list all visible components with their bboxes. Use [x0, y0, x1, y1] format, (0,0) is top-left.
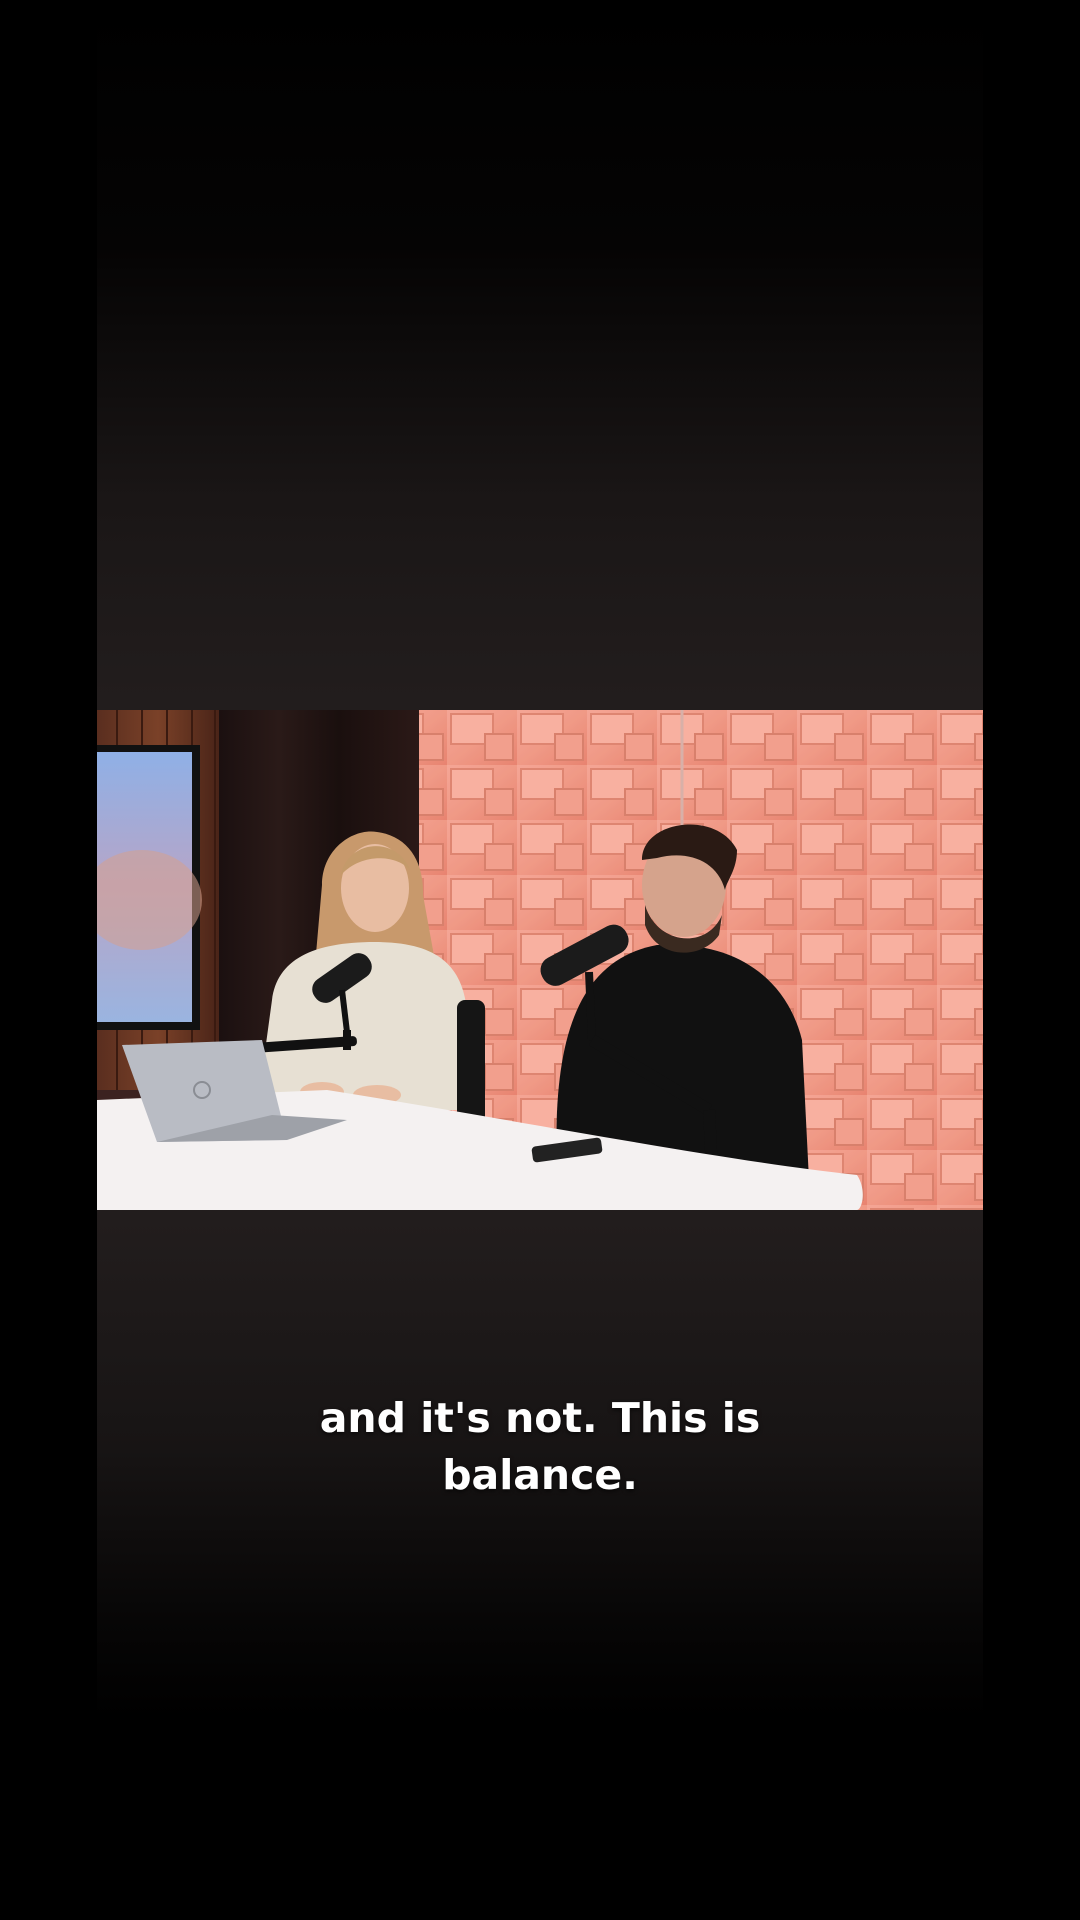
chair [457, 1000, 485, 1130]
subtitle-caption: and it's not. This is balance. [200, 1390, 880, 1504]
subtitle-line-1: and it's not. This is [319, 1394, 761, 1442]
video-frame[interactable] [97, 710, 983, 1210]
wall-monitor [97, 745, 202, 1030]
subtitle-line-2: balance. [442, 1451, 638, 1499]
